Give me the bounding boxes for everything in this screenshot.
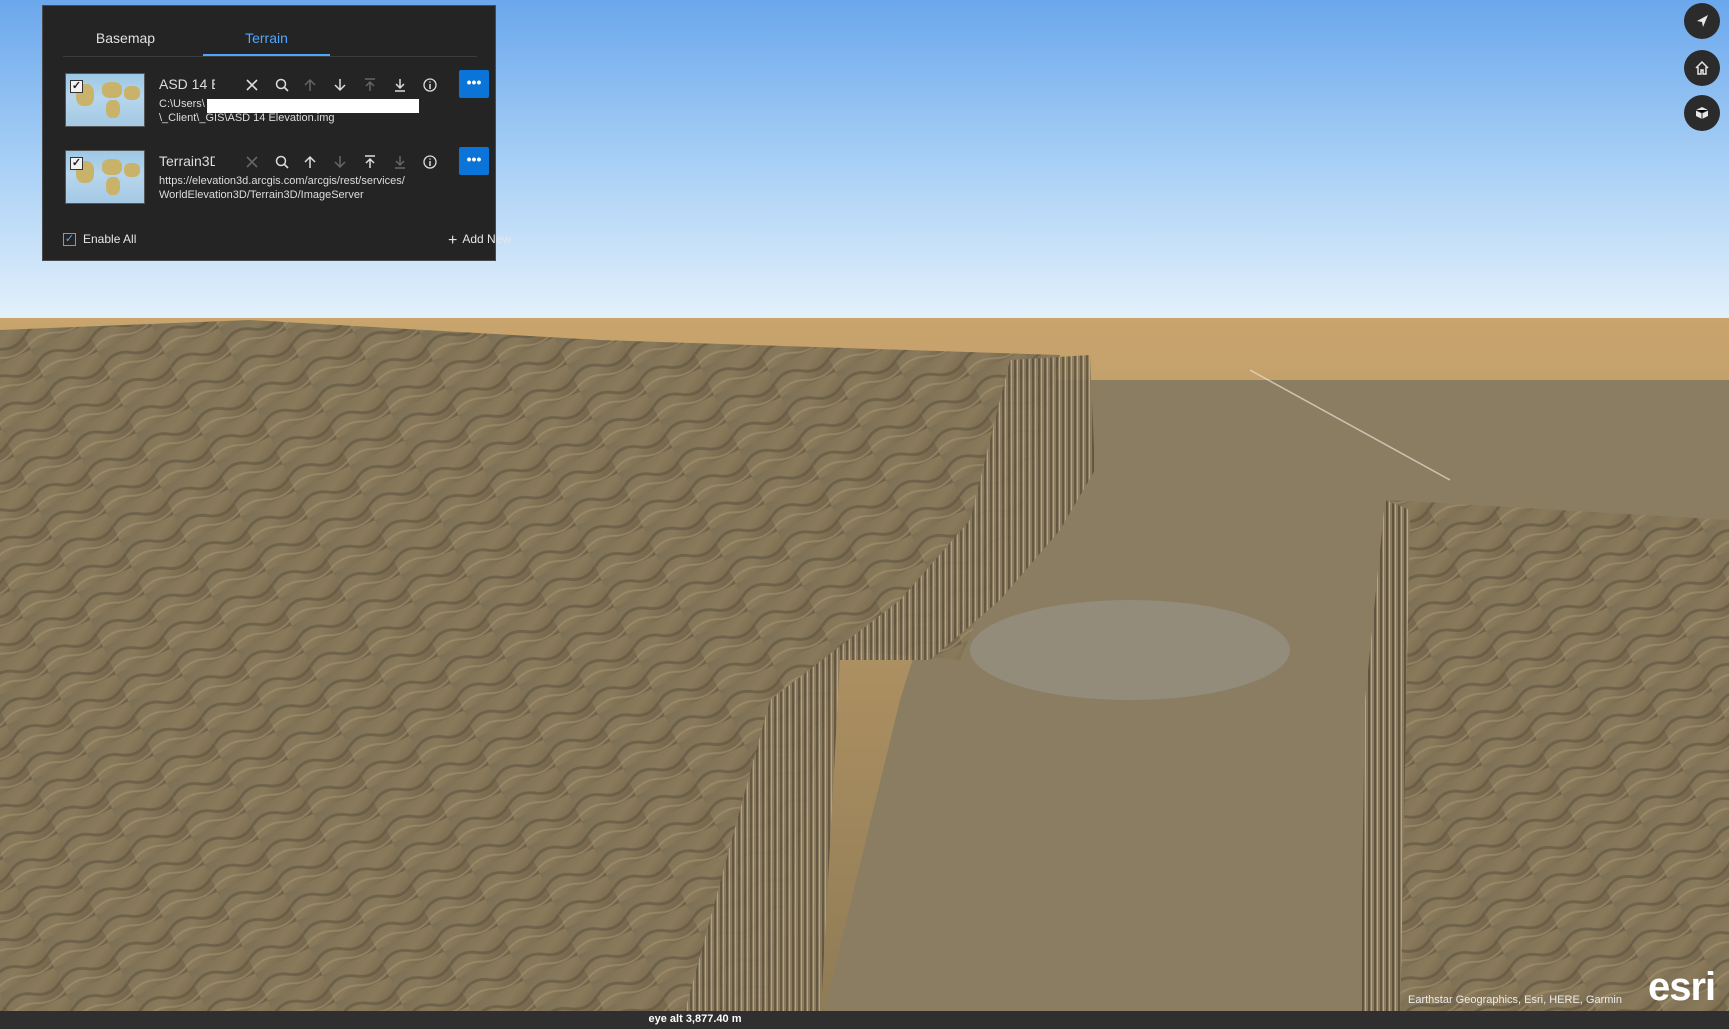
home-button[interactable]: [1684, 50, 1720, 86]
add-new-label: Add New: [462, 232, 512, 246]
layer-visibility-checkbox[interactable]: ✓: [70, 157, 83, 170]
status-bar: eye alt 3,877.40 m: [0, 1011, 1729, 1029]
layer-title: ASD 14 E: [159, 76, 215, 92]
map-attribution: Earthstar Geographics, Esri, HERE, Garmi…: [1408, 994, 1622, 1006]
esri-logo: esri: [1648, 965, 1716, 1009]
move-to-top-icon[interactable]: [355, 71, 385, 99]
layer-path: https://elevation3d.arcgis.com/arcgis/re…: [159, 175, 405, 201]
layer-visibility-checkbox[interactable]: ✓: [70, 80, 83, 93]
layer-title: Terrain3D: [159, 153, 215, 169]
layer-thumbnail: ✓: [65, 150, 145, 204]
enable-all-label: Enable All: [83, 232, 137, 246]
info-icon[interactable]: [415, 71, 445, 99]
tab-basemap[interactable]: Basemap: [63, 16, 188, 56]
close-icon[interactable]: [237, 71, 267, 99]
move-to-bottom-icon[interactable]: [385, 71, 415, 99]
more-options-icon: •••: [466, 74, 482, 90]
more-options-button[interactable]: •••: [459, 70, 489, 98]
move-to-bottom-icon[interactable]: [385, 148, 415, 176]
move-up-icon[interactable]: [295, 148, 325, 176]
zoom-to-icon[interactable]: [267, 71, 297, 99]
move-to-top-icon[interactable]: [355, 148, 385, 176]
move-down-icon[interactable]: [325, 148, 355, 176]
compass-button[interactable]: [1684, 3, 1720, 39]
eye-altitude-readout: eye alt 3,877.40 m: [648, 1013, 742, 1025]
elevation-layers-panel: Basemap Terrain ✓ ASD 14 E C:\Users\ \_C…: [42, 5, 511, 261]
info-icon[interactable]: [415, 148, 445, 176]
home-icon: [1695, 60, 1709, 75]
layer-thumbnail: ✓: [65, 73, 145, 127]
redaction-box: [207, 99, 419, 113]
more-options-icon: •••: [466, 151, 482, 167]
close-icon[interactable]: [237, 148, 267, 176]
move-up-icon[interactable]: [295, 71, 325, 99]
tab-terrain[interactable]: Terrain: [203, 16, 330, 56]
panel-tabs: Basemap Terrain: [63, 16, 477, 57]
more-options-button[interactable]: •••: [459, 147, 489, 175]
add-new-button[interactable]: + Add New: [448, 232, 511, 250]
enable-all-checkbox[interactable]: ✓: [63, 233, 76, 246]
layer-row: ✓ ASD 14 E C:\Users\ \_Client\_GIS\ASD 1…: [63, 69, 489, 127]
basemap-toggle-icon: [1695, 107, 1709, 119]
zoom-to-icon[interactable]: [267, 148, 297, 176]
move-down-icon[interactable]: [325, 71, 355, 99]
plus-icon: +: [448, 232, 458, 249]
compass-icon: [1697, 15, 1708, 27]
layer-row: ✓ Terrain3D https://elevation3d.arcgis.c…: [63, 146, 489, 204]
basemap-toggle-button[interactable]: [1684, 95, 1720, 131]
